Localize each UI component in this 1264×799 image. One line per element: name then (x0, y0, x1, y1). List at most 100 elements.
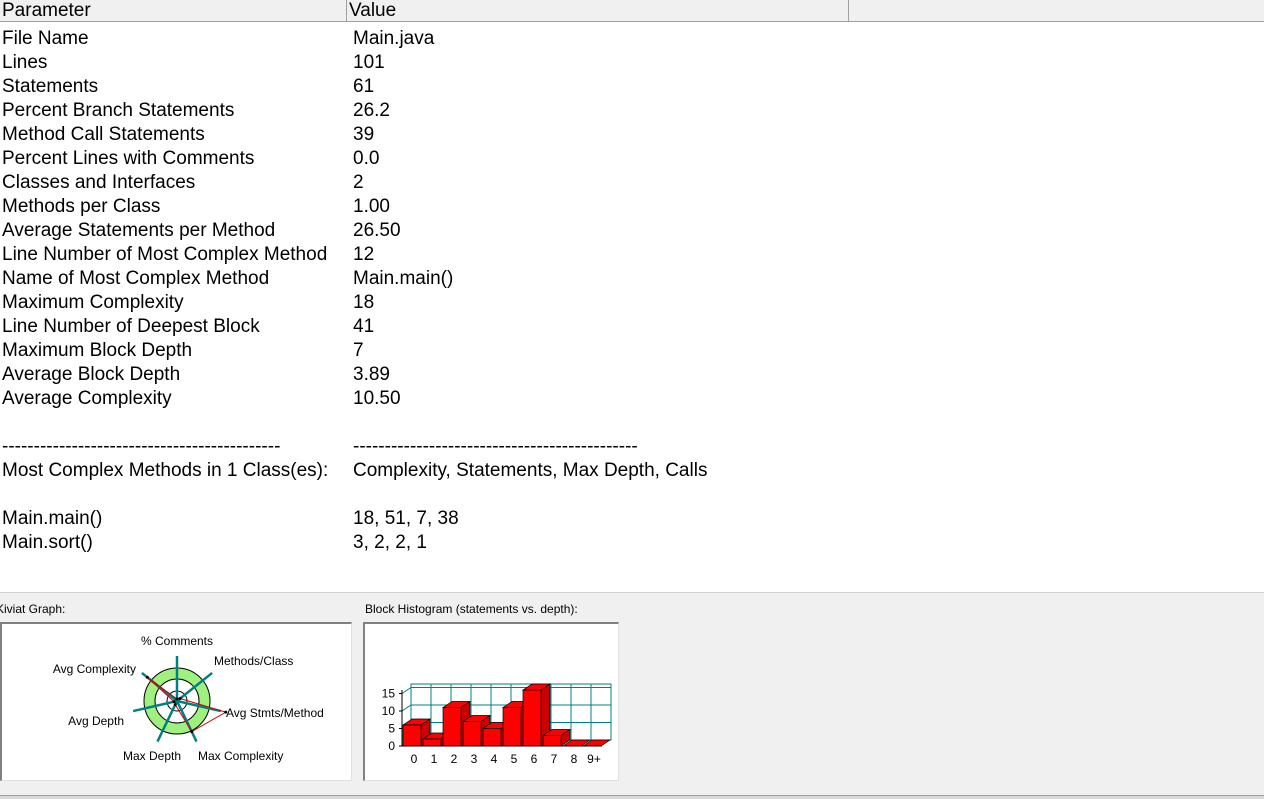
block-histogram-label: Block Histogram (statements vs. depth): (365, 602, 578, 616)
status-bar (0, 795, 1264, 799)
value-cell: 7 (353, 340, 364, 361)
parameter-cell: Statements (2, 76, 99, 97)
table-row[interactable] (0, 483, 1264, 507)
value-cell: 0.0 (353, 148, 380, 169)
kiviat-value-point (172, 700, 176, 704)
histogram-x-tick-label: 6 (531, 752, 538, 766)
table-row[interactable]: Line Number of Most Complex Method 12 (0, 243, 1264, 267)
value-cell: 3, 2, 2, 1 (353, 532, 427, 553)
table-header: Parameter Value (0, 0, 1264, 22)
parameter-cell: Percent Branch Statements (2, 100, 235, 121)
table-row[interactable]: Main.sort() 3, 2, 2, 1 (0, 531, 1264, 555)
value-cell: 10.50 (353, 388, 401, 409)
parameter-cell: Maximum Complexity (2, 292, 184, 313)
histogram-gridline-diagonal (401, 704, 412, 712)
value-cell: 1.00 (353, 196, 390, 217)
parameter-cell: Classes and Interfaces (2, 172, 196, 193)
parameter-cell: Main.main() (2, 508, 103, 529)
histogram-y-tick-label: 15 (382, 687, 396, 701)
histogram-bar (522, 689, 542, 747)
kiviat-axis-label: Max Depth (123, 749, 181, 763)
table-row[interactable]: File Name Main.java (0, 27, 1264, 51)
table-row[interactable]: Line Number of Deepest Block 41 (0, 315, 1264, 339)
table-row[interactable]: Average Block Depth 3.89 (0, 363, 1264, 387)
kiviat-axis-label: Max Complexity (198, 749, 283, 763)
histogram-x-tick-label: 7 (551, 752, 558, 766)
value-cell: 3.89 (353, 364, 390, 385)
kiviat-value-point (178, 697, 182, 701)
histogram-x-tick-label: 1 (431, 752, 438, 766)
parameter-cell: Most Complex Methods in 1 Class(es): (2, 460, 329, 481)
value-cell: 26.50 (353, 220, 401, 241)
table-row[interactable]: Percent Lines with Comments 0.0 (0, 147, 1264, 171)
value-cell: 26.2 (353, 100, 390, 121)
table-row[interactable]: Percent Branch Statements 26.2 (0, 99, 1264, 123)
histogram-bar (462, 721, 482, 747)
table-row[interactable]: Lines 101 (0, 51, 1264, 75)
kiviat-axis-label: % Comments (141, 634, 213, 648)
histogram-bar (422, 738, 442, 747)
parameter-cell: Name of Most Complex Method (2, 268, 270, 289)
column-header-value[interactable]: Value (347, 0, 849, 21)
value-cell: ----------------------------------------… (353, 436, 638, 457)
table-row[interactable]: Average Complexity 10.50 (0, 387, 1264, 411)
table-row[interactable]: ----------------------------------------… (0, 435, 1264, 459)
histogram-bar (542, 735, 562, 747)
histogram-gridline-diagonal (401, 687, 412, 694)
table-row[interactable]: Main.main() 18, 51, 7, 38 (0, 507, 1264, 531)
value-cell: 41 (353, 316, 375, 337)
block-histogram-chart: 0510150 1 2 3 4 5 6 7 8 9+ (382, 683, 612, 766)
parameter-cell: Average Block Depth (2, 364, 181, 385)
histogram-bar (442, 707, 462, 747)
kiviat-graph-label: Kiviat Graph: (0, 602, 66, 616)
column-header-parameter[interactable]: Parameter (0, 0, 347, 21)
value-cell: Main.main() (353, 268, 454, 289)
table-row[interactable] (0, 411, 1264, 435)
kiviat-value-point (173, 703, 177, 707)
column-header-value-label: Value (349, 0, 397, 21)
parameter-cell: Percent Lines with Comments (2, 148, 255, 169)
kiviat-axis-label: Methods/Class (214, 654, 293, 668)
histogram-x-tick-label: 5 (511, 752, 518, 766)
value-cell: Main.java (353, 28, 435, 49)
table-row[interactable]: Most Complex Methods in 1 Class(es): Comp… (0, 459, 1264, 483)
graphs-panel: Kiviat Graph: Block Histogram (statement… (0, 592, 1264, 799)
parameter-cell: Methods per Class (2, 196, 161, 217)
kiviat-axis-label: Avg Complexity (53, 662, 136, 676)
value-cell: 18 (353, 292, 375, 313)
table-row[interactable]: Maximum Block Depth 7 (0, 339, 1264, 363)
value-cell: 18, 51, 7, 38 (353, 508, 459, 529)
parameter-cell: Line Number of Deepest Block (2, 316, 260, 337)
kiviat-axis-label: Avg Depth (68, 714, 124, 728)
histogram-x-tick-label: 0 (411, 752, 418, 766)
value-cell: Complexity, Statements, Max Depth, Calls (353, 460, 708, 481)
table-row[interactable]: Method Call Statements 39 (0, 123, 1264, 147)
value-cell: 12 (353, 244, 375, 265)
table-row[interactable]: Statements 61 (0, 75, 1264, 99)
kiviat-graph-canvas: % CommentsMethods/Class Avg Stmts/Method M… (53, 634, 324, 763)
value-cell: 39 (353, 124, 375, 145)
table-row[interactable]: Methods per Class 1.00 (0, 195, 1264, 219)
table-row[interactable]: Maximum Complexity 18 (0, 291, 1264, 315)
histogram-bar (482, 728, 502, 747)
parameter-cell: Average Statements per Method (2, 220, 276, 241)
histogram-y-tick-label: 10 (382, 704, 396, 718)
kiviat-axis-label: Avg Stmts/Method (226, 706, 324, 720)
parameter-cell: Average Complexity (2, 388, 172, 409)
kiviat-graph: % Comments Methods/Class Avg Stmts/Method M… (0, 622, 352, 781)
histogram-bar (402, 724, 422, 747)
parameter-cell: ----------------------------------------… (2, 436, 281, 457)
value-cell: 2 (353, 172, 364, 193)
table-row[interactable]: Name of Most Complex Method Main.main() (0, 267, 1264, 291)
histogram-x-tick-label: 3 (471, 752, 478, 766)
kiviat-value-point (190, 730, 194, 734)
histogram-bar (502, 707, 522, 747)
histogram-x-tick-label: 9+ (587, 752, 601, 766)
value-cell: 101 (353, 52, 385, 73)
parameter-cell: Lines (2, 52, 48, 73)
table-row[interactable]: Average Statements per Method 26.50 (0, 219, 1264, 243)
parameter-cell: Main.sort() (2, 532, 93, 553)
table-row[interactable]: Classes and Interfaces 2 (0, 171, 1264, 195)
parameter-cell: Maximum Block Depth (2, 340, 193, 361)
kiviat-value-point (175, 697, 179, 701)
